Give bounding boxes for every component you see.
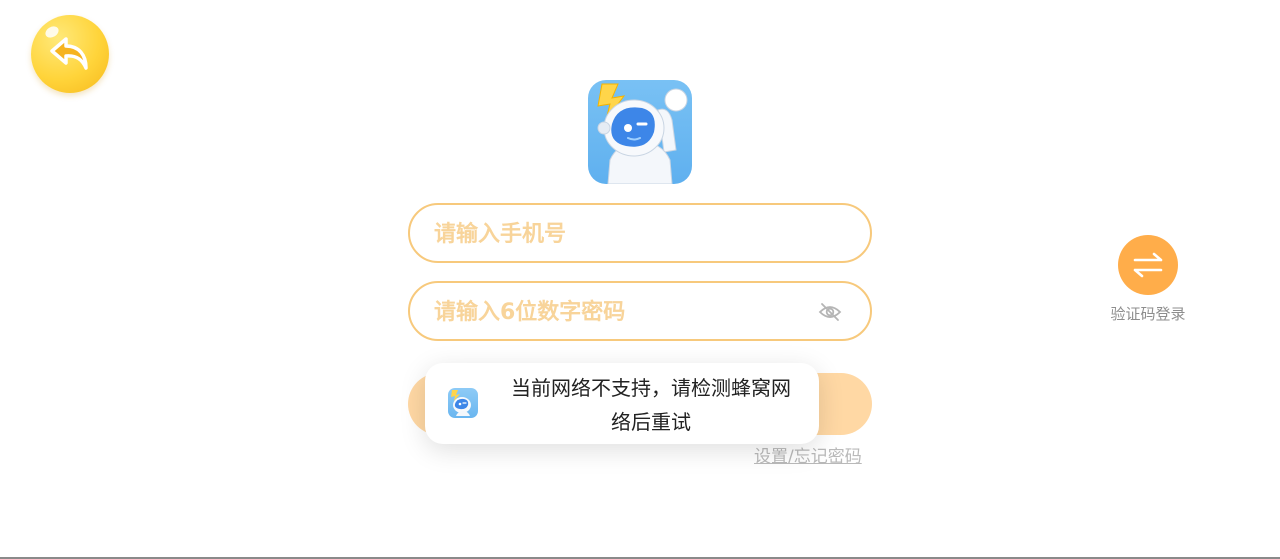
switch-login-button[interactable] xyxy=(1118,235,1178,295)
login-screen: 设置/忘记密码 验证码登录 当前网络不支持，请检测蜂窝网络后重试 xyxy=(0,0,1280,559)
password-field[interactable] xyxy=(408,281,872,341)
back-button[interactable] xyxy=(31,15,109,93)
toast-message: 当前网络不支持，请检测蜂窝网络后重试 xyxy=(511,376,791,434)
robot-mascot-icon xyxy=(597,83,688,184)
phone-input[interactable] xyxy=(432,205,816,263)
network-error-toast: 当前网络不支持，请检测蜂窝网络后重试 xyxy=(425,363,819,444)
phone-field[interactable] xyxy=(408,203,872,263)
app-logo xyxy=(588,80,692,184)
back-arrow-icon xyxy=(50,37,88,70)
swap-arrows-icon xyxy=(1133,252,1163,278)
password-input[interactable] xyxy=(432,283,816,341)
forgot-password-link[interactable]: 设置/忘记密码 xyxy=(754,442,862,467)
app-logo-icon xyxy=(448,388,478,418)
eye-hidden-icon[interactable] xyxy=(818,302,842,322)
switch-login-label[interactable]: 验证码登录 xyxy=(1098,303,1198,324)
